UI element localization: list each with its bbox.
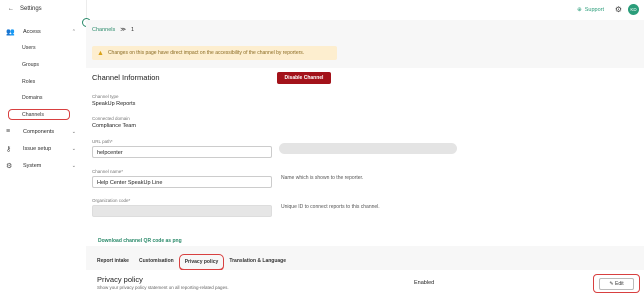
privacy-policy-status: Enabled (414, 280, 435, 286)
url-path-input[interactable]: helpcenter (92, 146, 272, 158)
warning-text: Changes on this page have direct impact … (107, 50, 305, 56)
breadcrumb-channels[interactable]: Channels (92, 27, 115, 33)
url-preview-placeholder (279, 143, 457, 154)
privacy-policy-title: Privacy policy (97, 275, 143, 284)
breadcrumb-current: 1 (131, 27, 135, 33)
sidebar-item-channels[interactable]: Channels (8, 109, 70, 120)
sidebar-item-access[interactable]: 👥 Access ⌃ (6, 26, 82, 37)
tab-report-intake[interactable]: Report intake (92, 254, 134, 271)
chevron-up-icon: ⌃ (71, 28, 76, 35)
topbar: ⊕ Support ⚙ KD (90, 0, 644, 20)
edit-button[interactable]: ✎ Edit (599, 278, 634, 290)
url-path-label: URL path* (92, 139, 113, 144)
support-icon: ⊕ (577, 7, 582, 13)
channel-information-card: Channel Information Disable Channel Chan… (86, 68, 644, 246)
sidebar-item-roles[interactable]: Roles (22, 79, 35, 85)
channel-name-label: Channel name* (92, 169, 124, 174)
settings-gear-icon[interactable]: ⚙ (615, 5, 622, 14)
settings-title: Settings (20, 6, 42, 12)
breadcrumb: Channels ≫ 1 (92, 27, 134, 33)
organization-code-input (92, 205, 272, 217)
chevron-down-icon: ⌄ (71, 145, 76, 152)
sidebar-item-system[interactable]: ⚙ System ⌄ (6, 160, 82, 171)
privacy-policy-description: Show your privacy policy statement on al… (97, 285, 229, 290)
download-qr-link[interactable]: Download channel QR code as png (98, 238, 182, 244)
channel-type-label: Channel type (92, 94, 119, 99)
warning-icon: ▲ (97, 49, 104, 57)
sidebar-item-users[interactable]: Users (22, 45, 36, 51)
main-content: Channels ≫ 1 ▲ Changes on this page have… (86, 20, 644, 303)
edit-highlight: ✎ Edit (593, 274, 640, 293)
organization-code-hint: Unique ID to connect reports to this cha… (281, 204, 380, 210)
sidebar-item-domains[interactable]: Domains (22, 95, 42, 101)
channel-name-hint: Name which is shown to the reporter. (281, 175, 364, 181)
channel-type-value: SpeakUp Reports (92, 101, 136, 107)
tab-translation-language[interactable]: Translation & Language (224, 254, 291, 271)
section-title: Channel Information (92, 73, 160, 82)
breadcrumb-separator-icon: ≫ (120, 27, 127, 33)
avatar[interactable]: KD (628, 4, 639, 15)
back-arrow-icon: ← (8, 6, 14, 12)
sidebar-item-components[interactable]: ≡ Components ⌄ (6, 126, 82, 137)
sidebar-item-issue-setup[interactable]: ⚷ Issue setup ⌄ (6, 143, 82, 154)
connected-domain-value: Compliance Team (92, 123, 136, 129)
tab-privacy-policy[interactable]: Privacy policy (178, 254, 225, 271)
sidebar-item-groups[interactable]: Groups (22, 62, 39, 68)
database-icon: ≡ (6, 128, 11, 135)
organization-code-label: Organization code* (92, 198, 131, 203)
chevron-down-icon: ⌄ (71, 128, 76, 135)
key-icon: ⚷ (6, 145, 12, 153)
channel-name-input[interactable]: Help Center SpeakUp Line (92, 176, 272, 188)
gear-icon: ⚙ (6, 162, 13, 170)
tab-customisation[interactable]: Customisation (134, 254, 179, 271)
disable-channel-button[interactable]: Disable Channel (277, 72, 331, 84)
channel-tabs: Report intake Customisation Privacy poli… (92, 254, 291, 271)
chevron-down-icon: ⌄ (71, 162, 76, 169)
sidebar: ← Settings 👥 Access ⌃ Users Groups Roles… (0, 0, 87, 303)
privacy-policy-panel: Privacy policy Show your privacy policy … (86, 270, 644, 303)
warning-banner: ▲ Changes on this page have direct impac… (92, 46, 337, 60)
users-icon: 👥 (6, 28, 15, 36)
back-to-settings[interactable]: ← Settings (8, 6, 42, 12)
support-link[interactable]: ⊕ Support (577, 7, 604, 13)
connected-domain-label: Connected domain (92, 116, 130, 121)
pencil-icon: ✎ (609, 281, 614, 287)
